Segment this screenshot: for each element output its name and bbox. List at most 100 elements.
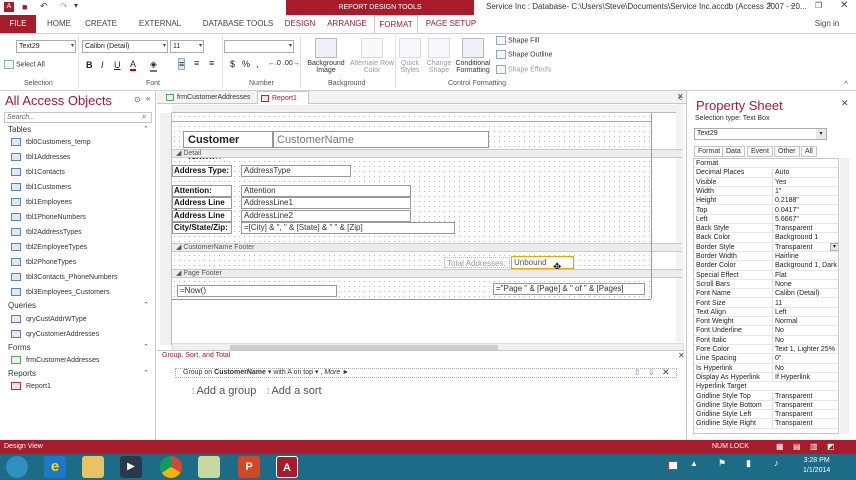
- vertical-ruler[interactable]: [160, 113, 172, 345]
- nav-item-table[interactable]: tbl1PhoneNumbers: [11, 213, 86, 221]
- collapse-section-icon[interactable]: ⌃: [143, 301, 149, 309]
- format-combo[interactable]: ▾: [224, 40, 294, 53]
- alternate-row-color-button[interactable]: Alternate Row Color: [350, 38, 394, 74]
- property-row[interactable]: Hyperlink Target: [694, 382, 838, 392]
- property-value[interactable]: Transparent: [772, 400, 838, 410]
- property-row[interactable]: Font Italic No: [694, 335, 838, 345]
- tab-all[interactable]: All: [801, 146, 817, 157]
- tab-design[interactable]: DESIGN: [284, 15, 316, 33]
- shape-outline-button[interactable]: Shape Outline: [496, 50, 552, 59]
- nav-item-table[interactable]: tbl2PhoneTypes: [11, 258, 76, 266]
- align-left-icon[interactable]: ≡: [178, 58, 186, 70]
- property-row[interactable]: Left 5.6667": [694, 214, 838, 225]
- property-row[interactable]: Scroll Bars None: [694, 279, 838, 290]
- property-row[interactable]: Border Color Background 1, Dark: [694, 261, 838, 271]
- detail-band-header[interactable]: ◢ Detail: [172, 149, 682, 158]
- tab-create[interactable]: CREATE: [84, 15, 118, 33]
- property-value[interactable]: Normal: [772, 317, 838, 327]
- nav-section-tables[interactable]: Tables: [8, 125, 31, 134]
- property-value[interactable]: Background 1, Dark: [772, 261, 838, 271]
- property-value[interactable]: 1": [772, 186, 838, 196]
- property-row[interactable]: Font Size 11: [694, 298, 838, 308]
- nav-menu-chevron-icon[interactable]: ⊙: [134, 95, 141, 104]
- nav-section-forms[interactable]: Forms: [8, 343, 31, 352]
- close-button[interactable]: ✕: [840, 0, 848, 11]
- tab-other[interactable]: Other: [774, 146, 800, 157]
- nav-item-table[interactable]: tbl2AddressTypes: [11, 228, 82, 236]
- address-line2-field[interactable]: AddressLine2: [241, 210, 411, 222]
- customize-toolbar-icon[interactable]: ▾: [74, 1, 78, 10]
- property-value[interactable]: Hairline: [772, 252, 838, 261]
- media-player-icon[interactable]: ▶: [120, 456, 142, 478]
- design-view-icon[interactable]: ◩: [827, 440, 835, 454]
- address-line1-label[interactable]: Address Line 1:: [172, 197, 232, 217]
- nav-item-table[interactable]: tbl3Employees_Customers: [11, 288, 110, 296]
- currency-button[interactable]: $: [230, 59, 235, 69]
- delete-group-icon[interactable]: ✕: [662, 367, 670, 378]
- volume-icon[interactable]: ♪: [774, 458, 779, 468]
- group-on-row[interactable]: Group on CustomerName ▾ with A on top ▾ …: [175, 368, 677, 378]
- property-row[interactable]: Gridline Style Left Transparent: [694, 410, 838, 420]
- underline-button[interactable]: U: [114, 60, 121, 70]
- property-value[interactable]: Yes: [772, 177, 838, 187]
- property-value[interactable]: 0.2188": [772, 196, 838, 206]
- now-function-field[interactable]: =Now(): [177, 285, 337, 297]
- help-button[interactable]: ?: [767, 1, 772, 11]
- more-options-link[interactable]: More: [324, 369, 340, 376]
- property-row[interactable]: Display As Hyperlink If Hyperlink: [694, 372, 838, 383]
- nav-item-table[interactable]: tbl3Contacts_PhoneNumbers: [11, 273, 117, 281]
- nav-section-queries[interactable]: Queries: [8, 301, 36, 310]
- customer-name-field[interactable]: CustomerName: [273, 131, 489, 148]
- property-value[interactable]: Left: [772, 307, 838, 317]
- property-row[interactable]: Font Name Calibri (Detail): [694, 289, 838, 299]
- attention-label[interactable]: Attention:: [172, 185, 232, 197]
- restore-button[interactable]: ❐: [815, 1, 822, 10]
- property-row[interactable]: Gridline Style Right Transparent: [694, 419, 838, 429]
- unbound-text-field[interactable]: Unbound: [511, 256, 574, 269]
- collapse-section-icon[interactable]: ⌃: [143, 369, 149, 377]
- property-row[interactable]: Top 0.0417": [694, 205, 838, 215]
- property-value[interactable]: 5.6667": [772, 214, 838, 224]
- property-value[interactable]: No: [772, 363, 838, 373]
- comma-button[interactable]: ,: [256, 59, 259, 69]
- play-right-icon[interactable]: ►: [342, 369, 349, 376]
- nav-item-form[interactable]: frmCustomerAddresses: [11, 356, 100, 364]
- move-up-icon[interactable]: ⇧: [634, 368, 641, 377]
- close-group-sort-icon[interactable]: ✕: [678, 351, 685, 360]
- property-row[interactable]: Fore Color Text 1, Lighter 25%: [694, 345, 838, 355]
- customer-name-footer-band[interactable]: ◢ CustomerName Footer: [172, 243, 682, 252]
- start-button-icon[interactable]: [6, 456, 28, 478]
- conditional-formatting-button[interactable]: Conditional Formatting: [453, 38, 493, 74]
- group-on-field[interactable]: CustomerName: [214, 369, 266, 376]
- property-value[interactable]: Transparent: [772, 224, 838, 234]
- property-value[interactable]: If Hyperlink: [772, 372, 838, 382]
- close-property-sheet-icon[interactable]: ✕: [841, 98, 849, 109]
- nav-item-query[interactable]: qryCustAddrWType: [11, 315, 87, 323]
- doc-tab-report[interactable]: Report1: [257, 91, 309, 104]
- background-image-button[interactable]: Background Image: [304, 38, 348, 74]
- nav-title[interactable]: All Access Objects: [5, 93, 112, 108]
- notes-app-icon[interactable]: [198, 456, 220, 478]
- property-row[interactable]: Is Hyperlink No: [694, 363, 838, 373]
- city-state-zip-label[interactable]: City/State/Zip:: [172, 222, 232, 234]
- property-value[interactable]: Transparent: [772, 391, 838, 401]
- powerpoint-icon[interactable]: P: [238, 456, 260, 478]
- property-value[interactable]: Text 1, Lighter 25%: [772, 345, 838, 354]
- property-value[interactable]: Calibri (Detail): [772, 289, 838, 299]
- decrease-decimals-icon[interactable]: .00→: [283, 60, 300, 67]
- total-addresses-label[interactable]: Total Addresses:: [444, 257, 510, 268]
- property-row[interactable]: Border Style Transparent ▾: [694, 242, 838, 252]
- address-type-label[interactable]: Address Type:: [172, 165, 232, 177]
- property-value[interactable]: Flat: [772, 270, 838, 280]
- shape-effects-button[interactable]: Shape Effects: [496, 65, 551, 74]
- nav-item-report[interactable]: Report1: [11, 382, 51, 390]
- screen-recorder-icon[interactable]: [668, 461, 678, 470]
- fill-color-icon[interactable]: ◈: [150, 59, 157, 72]
- bold-button[interactable]: B: [86, 60, 93, 70]
- nav-item-table[interactable]: tbl2EmployeeTypes: [11, 243, 87, 251]
- tab-event[interactable]: Event: [747, 146, 773, 157]
- add-group-button[interactable]: ⁞ Add a group: [192, 385, 256, 397]
- address-line2-label[interactable]: Address Line 2:: [172, 210, 232, 230]
- property-row[interactable]: Gridline Style Bottom Transparent: [694, 400, 838, 411]
- file-explorer-icon[interactable]: [82, 456, 104, 478]
